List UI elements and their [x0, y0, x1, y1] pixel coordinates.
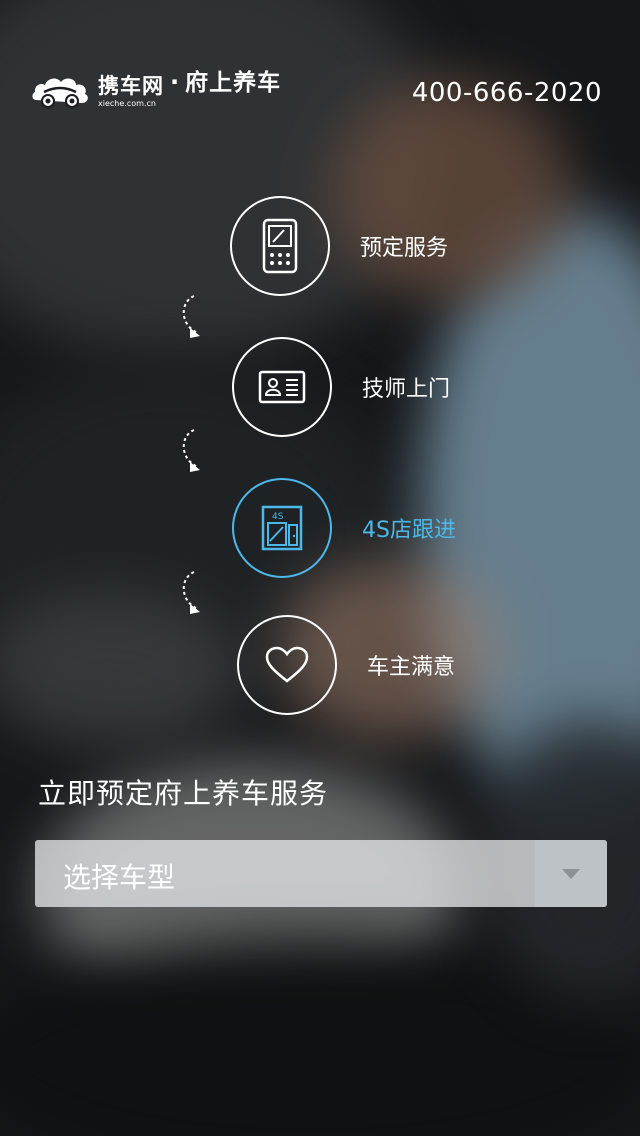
step-circle: 4S [232, 478, 332, 578]
phone-number[interactable]: 400-666-2020 [412, 78, 602, 108]
step-label: 4S店跟进 [362, 518, 456, 543]
step-technician-visit: 技师上门 [232, 337, 450, 437]
step-label: 车主满意 [367, 655, 456, 680]
4s-store-icon: 4S [261, 505, 303, 551]
header: 携车网 xieche.com.cn · 府上养车 400-666-2020 [0, 58, 640, 128]
step-circle [230, 196, 330, 296]
step-label: 预定服务 [360, 236, 449, 261]
4s-text: 4S [272, 512, 284, 522]
curved-arrow-icon [182, 429, 200, 472]
step-circle [237, 615, 337, 715]
car-model-select-value: 选择车型 [63, 861, 176, 894]
slogan: 府上养车 [185, 70, 282, 96]
brand-separator: · [170, 68, 180, 96]
id-card-icon [258, 370, 306, 404]
car-model-select[interactable]: 选择车型 [35, 840, 607, 907]
dropdown-button[interactable] [535, 840, 607, 907]
booking-title: 立即预定府上养车服务 [38, 777, 329, 810]
step-owner-satisfied: 车主满意 [237, 615, 455, 715]
step-4s-followup: 4S 4S店跟进 [232, 478, 456, 578]
step-book-service: 预定服务 [230, 196, 448, 296]
brand-url: xieche.com.cn [98, 98, 156, 108]
logo[interactable]: 携车网 xieche.com.cn · 府上养车 [30, 70, 281, 112]
curved-arrow-icon [182, 295, 200, 338]
step-label: 技师上门 [362, 377, 451, 402]
phone-booking-icon [262, 218, 298, 274]
heart-icon [265, 646, 309, 683]
brand-name: 携车网 [98, 73, 164, 98]
step-circle [232, 337, 332, 437]
chevron-down-icon [562, 868, 580, 879]
car-cloud-logo-icon [32, 78, 88, 108]
curved-arrow-icon [182, 571, 200, 614]
